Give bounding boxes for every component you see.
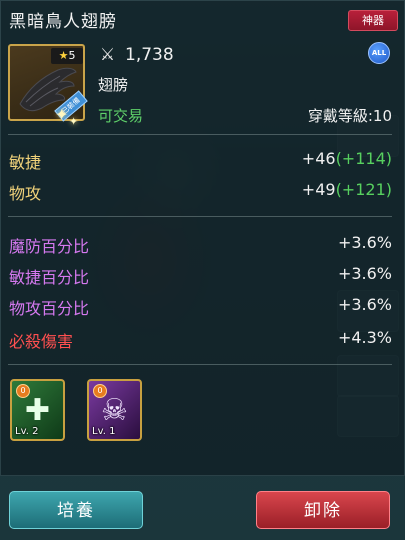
stat-row-physical-attack-pct: 物攻百分比 +3.6% xyxy=(9,295,392,319)
stat-name: 物攻 xyxy=(9,184,42,203)
stat-value: +4.3% xyxy=(337,328,392,347)
purple-skull-icon: ☠ xyxy=(101,393,128,428)
crossed-swords-icon: ⚔ xyxy=(100,45,116,65)
skill-slot-heal[interactable]: 0 ✚ Lv. 2 xyxy=(10,379,65,441)
stat-value: +46(+114) xyxy=(301,149,392,168)
skill-slot-skull[interactable]: 0 ☠ Lv. 1 xyxy=(87,379,142,441)
stat-name: 魔防百分比 xyxy=(9,237,90,256)
sparkle-icon: ✦ xyxy=(55,105,69,124)
stat-row-magic-def-pct: 魔防百分比 +3.6% xyxy=(9,233,392,257)
grade-badge: 神器 xyxy=(348,10,398,31)
stat-row-crit-damage: 必殺傷害 +4.3% xyxy=(9,328,392,352)
all-class-badge: ALL xyxy=(368,42,390,64)
skill-level: Lv. 1 xyxy=(92,426,116,437)
stat-name: 敏捷百分比 xyxy=(9,268,90,287)
stat-value: +3.6% xyxy=(337,264,392,283)
train-button[interactable]: 培養 xyxy=(9,491,143,529)
item-icon-frame[interactable]: ★5 已裝備 xyxy=(8,44,88,122)
stat-row-physical-attack: 物攻 +49(+121) xyxy=(9,180,392,204)
stat-value: +3.6% xyxy=(337,295,392,314)
sparkle-icon: ✦ xyxy=(69,115,79,128)
item-detail-panel: 黑暗鳥人翅膀 神器 ALL ★5 已裝備 ✦ ✦ ⚔ 1,738 翅膀 可交易 … xyxy=(0,0,405,476)
divider xyxy=(8,216,392,217)
stat-name: 物攻百分比 xyxy=(9,299,90,318)
divider xyxy=(8,134,392,135)
tradable-label: 可交易 xyxy=(98,107,144,125)
stat-row-agility-pct: 敏捷百分比 +3.6% xyxy=(9,264,392,288)
stat-name: 敏捷 xyxy=(9,153,42,172)
stat-row-agility: 敏捷 +46(+114) xyxy=(9,149,392,173)
healing-cross-wings-icon: ✚ xyxy=(24,393,51,428)
remove-button[interactable]: 卸除 xyxy=(256,491,390,529)
item-name: 黑暗鳥人翅膀 xyxy=(9,12,117,32)
item-type: 翅膀 xyxy=(98,76,129,94)
divider xyxy=(8,364,392,365)
power-value: 1,738 xyxy=(125,45,174,65)
stat-value: +49(+121) xyxy=(301,180,392,199)
skill-level: Lv. 2 xyxy=(15,426,39,437)
stat-value: +3.6% xyxy=(337,233,392,252)
stat-name: 必殺傷害 xyxy=(9,332,74,351)
equip-level: 穿戴等級:10 xyxy=(307,107,392,125)
